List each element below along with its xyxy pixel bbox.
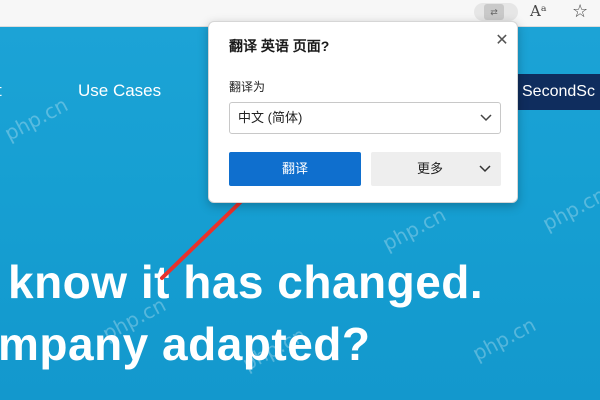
dialog-title: 翻译 英语 页面? <box>229 38 330 54</box>
headline-line-1: know it has changed. <box>8 256 484 308</box>
watermark: php.cn <box>378 202 450 256</box>
chevron-down-icon <box>480 103 492 144</box>
watermark: php.cn <box>538 182 600 236</box>
nav-cta-button[interactable]: SecondSc <box>514 74 600 110</box>
more-button[interactable]: 更多 <box>371 152 501 186</box>
nav-item-partial[interactable]: t <box>0 81 2 101</box>
more-button-label: 更多 <box>417 161 444 176</box>
watermark: php.cn <box>468 312 540 366</box>
translate-icon[interactable]: ⇄ <box>484 4 504 20</box>
watermark: php.cn <box>0 92 72 146</box>
read-aloud-icon[interactable]: Aᵃ <box>530 2 547 20</box>
headline-line-2: mpany adapted? <box>0 318 371 370</box>
translate-dialog: 翻译 英语 页面? ✕ 翻译为 中文 (简体) 翻译 更多 <box>208 21 518 203</box>
target-language-label: 翻译为 <box>229 80 266 94</box>
nav-item-use-cases[interactable]: Use Cases <box>78 81 161 101</box>
translate-button[interactable]: 翻译 <box>229 152 361 186</box>
favorite-star-icon[interactable]: ☆ <box>572 1 588 22</box>
chevron-down-icon <box>479 152 491 199</box>
target-language-value: 中文 (简体) <box>238 110 303 125</box>
close-icon[interactable]: ✕ <box>493 32 511 50</box>
target-language-select[interactable]: 中文 (简体) <box>229 102 501 134</box>
